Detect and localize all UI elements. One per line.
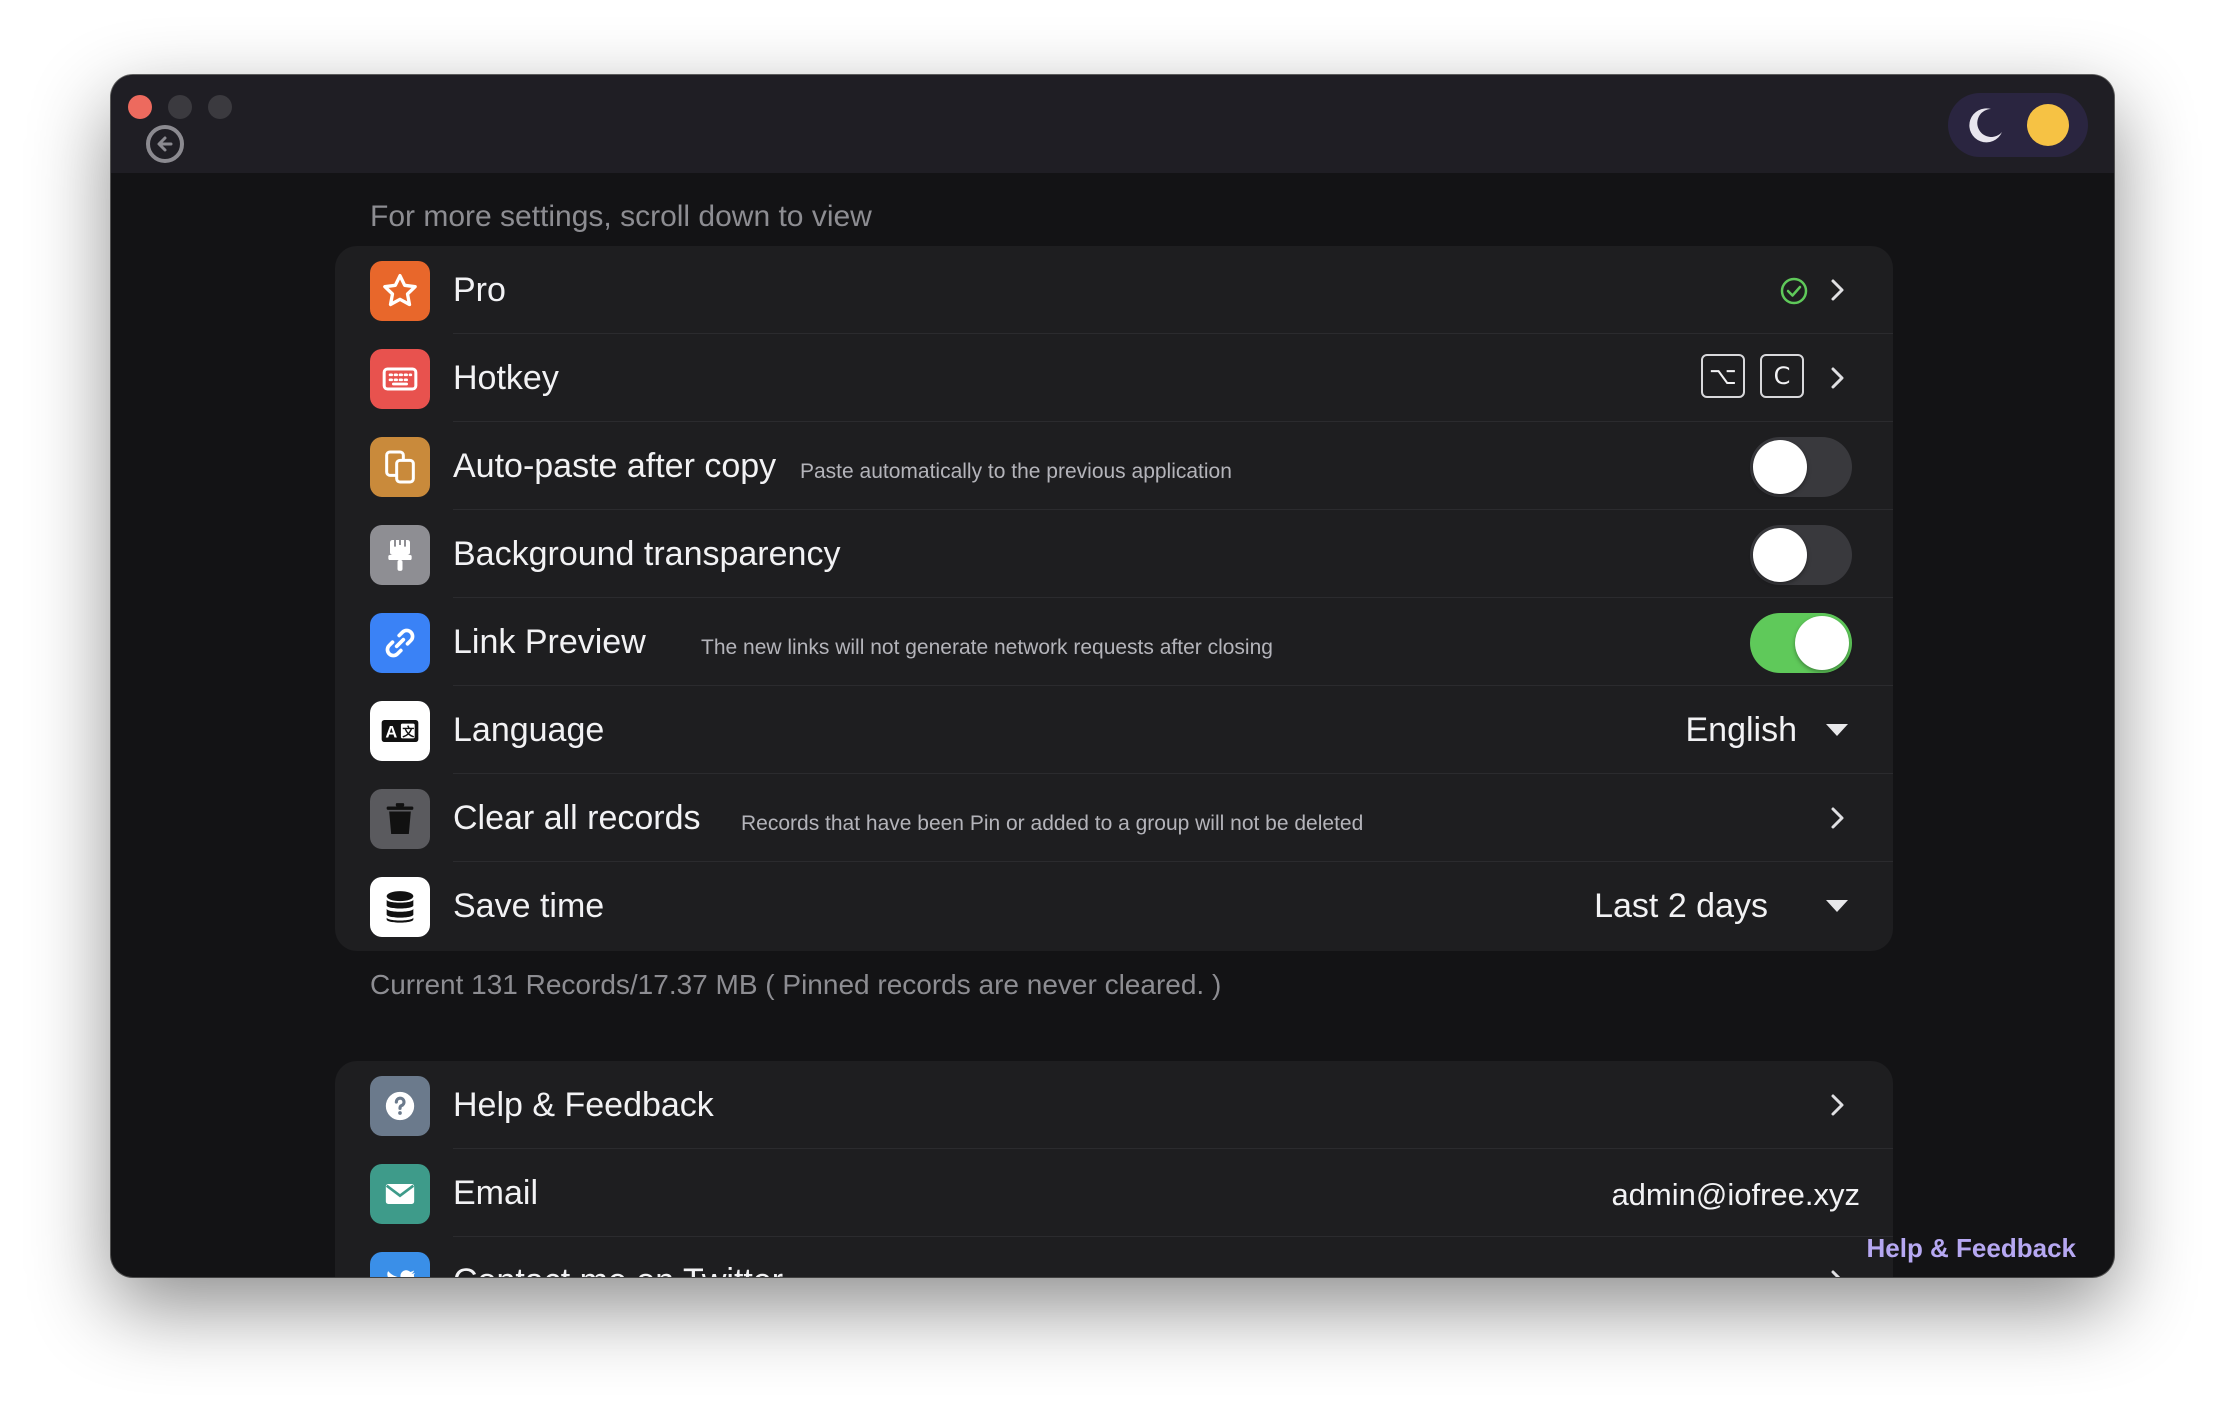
language-select[interactable]: English [1685, 711, 1797, 750]
setting-row-hotkey[interactable]: Hotkey ⌥ C [335, 334, 1893, 422]
theme-switch[interactable] [1948, 93, 2088, 157]
setting-label: Hotkey [453, 359, 559, 397]
help-row-feedback[interactable]: Help & Feedback [335, 1061, 1893, 1149]
database-icon [370, 877, 430, 937]
chevron-right-icon [1831, 367, 1844, 389]
help-label: Email [453, 1174, 539, 1212]
email-address[interactable]: admin@iofree.xyz [1611, 1177, 1860, 1213]
mail-icon [370, 1164, 430, 1224]
keyboard-icon [370, 349, 430, 409]
chevron-down-icon [1826, 724, 1848, 736]
setting-row-background-transparency: Background transparency [335, 510, 1893, 598]
question-icon [370, 1076, 430, 1136]
background-transparency-toggle[interactable] [1750, 525, 1852, 585]
chevron-right-icon [1831, 807, 1844, 829]
help-label: Contact me on Twitter [453, 1262, 783, 1277]
moon-icon[interactable] [1967, 106, 2005, 144]
scroll-hint: For more settings, scroll down to view [370, 200, 872, 233]
chevron-right-icon [1831, 1270, 1841, 1277]
chevron-down-icon [1826, 900, 1848, 912]
setting-label: Auto-paste after copy [453, 447, 777, 485]
setting-row-link-preview: Link Preview The new links will not gene… [335, 598, 1893, 686]
link-preview-toggle[interactable] [1750, 613, 1852, 673]
setting-description: The new links will not generate network … [701, 636, 1273, 659]
setting-row-pro[interactable]: Pro [335, 246, 1893, 334]
setting-row-auto-paste: Auto-paste after copy Paste automaticall… [335, 422, 1893, 510]
setting-row-save-time[interactable]: Save time Last 2 days [335, 862, 1893, 950]
chevron-right-icon [1831, 1094, 1844, 1116]
setting-label: Language [453, 711, 605, 749]
help-card: Help & Feedback Email admin@iofree.xyz C… [335, 1061, 1893, 1277]
settings-window: For more settings, scroll down to view P… [111, 75, 2114, 1277]
hotkey-option-key: ⌥ [1701, 354, 1745, 398]
arrow-left-icon [157, 136, 173, 152]
setting-label: Clear all records [453, 799, 701, 837]
setting-description: Records that have been Pin or added to a… [741, 812, 1364, 835]
setting-label: Link Preview [453, 623, 646, 661]
setting-row-clear-records[interactable]: Clear all records Records that have been… [335, 774, 1893, 862]
chevron-right-icon [1831, 279, 1844, 301]
minimize-window-button[interactable] [168, 95, 192, 119]
help-label: Help & Feedback [453, 1086, 714, 1124]
help-row-email[interactable]: Email admin@iofree.xyz [335, 1149, 1893, 1237]
svg-text:A: A [385, 723, 397, 741]
auto-paste-toggle[interactable] [1750, 437, 1852, 497]
save-time-select[interactable]: Last 2 days [1594, 887, 1768, 926]
setting-label: Save time [453, 887, 605, 925]
maximize-window-button[interactable] [208, 95, 232, 119]
setting-row-language[interactable]: A 文 Language English [335, 686, 1893, 774]
sun-icon[interactable] [2027, 104, 2069, 146]
copy-icon [370, 437, 430, 497]
trash-icon [370, 789, 430, 849]
link-icon [370, 613, 430, 673]
check-circle-icon [1780, 277, 1808, 305]
twitter-icon [370, 1252, 430, 1277]
brush-icon [370, 525, 430, 585]
setting-label: Background transparency [453, 535, 841, 573]
back-button[interactable] [146, 125, 184, 163]
titlebar [111, 75, 2114, 173]
help-row-twitter[interactable]: Contact me on Twitter [335, 1237, 1893, 1277]
settings-card: Pro Hotkey ⌥ C Auto-paste after copy Pas… [335, 246, 1893, 951]
records-summary: Current 131 Records/17.37 MB ( Pinned re… [370, 969, 1222, 1000]
setting-description: Paste automatically to the previous appl… [800, 460, 1232, 483]
hotkey-c-key: C [1760, 354, 1804, 398]
svg-text:文: 文 [402, 725, 414, 739]
setting-label: Pro [453, 271, 506, 309]
close-window-button[interactable] [128, 95, 152, 119]
star-icon [370, 261, 430, 321]
translate-icon: A 文 [370, 701, 430, 761]
help-feedback-link[interactable]: Help & Feedback [1866, 1233, 2076, 1264]
